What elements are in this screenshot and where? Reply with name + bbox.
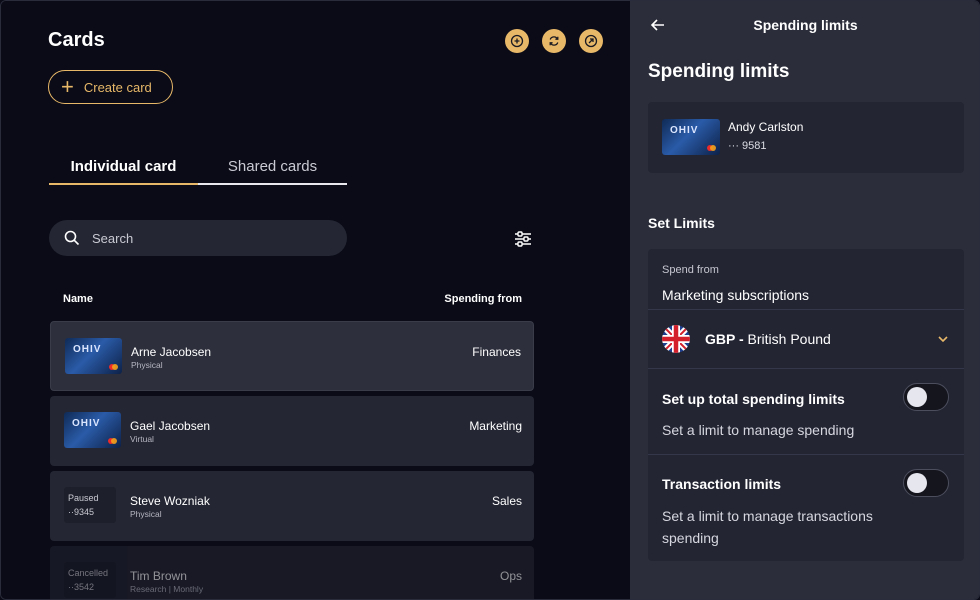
column-spending-from: Spending from [444,293,522,305]
search-input[interactable] [92,230,312,246]
transaction-limits-description: Set a limit to manage transactions spend… [662,508,873,546]
filter-sliders-icon[interactable] [513,229,533,249]
create-card-label: Create card [83,79,152,95]
spending-from: Sales [491,494,522,508]
plus-icon: + [61,74,74,99]
cardholder-name: Steve Wozniak [130,494,210,508]
create-card-button[interactable]: + Create card [48,70,173,104]
card-status-thumbnail: Cancelled ··3542 [64,562,116,598]
column-name: Name [63,293,93,305]
currency-separator: - [735,331,748,347]
card-type: Physical [131,360,163,370]
card-tabs: Individual card Shared cards [49,153,347,185]
add-circle-button[interactable] [505,29,529,53]
card-last4: ··3542 [68,582,95,592]
cards-list: OHIV Arne Jacobsen Physical Finances OHI… [50,321,534,599]
top-actions [505,29,603,53]
currency-code: GBP [705,331,736,347]
transaction-limits-toggle[interactable] [903,469,949,497]
divider [648,454,964,455]
uk-flag-icon [662,325,690,353]
search-bar[interactable] [49,220,347,256]
card-thumbnail: OHIV [662,119,720,155]
card-brand-text: OHIV [72,418,101,429]
card-type: Virtual [130,434,154,444]
panel-title: Spending limits [648,61,790,82]
search-icon [64,230,80,246]
refresh-icon [549,36,559,46]
spending-from: Ops [499,569,522,583]
panel-header-title: Spending limits [753,17,858,33]
tab-individual-card[interactable]: Individual card [49,153,198,185]
card-last4: ··9345 [68,507,95,517]
divider [648,309,964,310]
spend-from-label: Spend from [662,264,719,276]
chevron-down-icon [938,336,948,343]
selected-card: OHIV Andy Carlston ··· 9581 [648,102,964,173]
mastercard-icon [109,364,118,370]
card-type: Physical [130,509,162,519]
cardholder-name: Tim Brown [130,569,187,583]
cardholder-name: Andy Carlston [728,120,804,134]
mastercard-icon [108,438,117,444]
total-limits-title: Set up total spending limits [662,391,845,407]
currency-label: GBP - British Pound [705,331,831,347]
spend-from-value[interactable]: Marketing subscriptions [662,287,809,303]
card-thumbnail: OHIV [64,412,121,448]
app-window: Cards + Create card Individual card Shar… [0,0,980,600]
cardholder-name: Gael Jacobsen [130,419,211,433]
spending-limits-panel: Spending limits Spending limits OHIV And… [630,1,979,599]
cards-panel: Cards + Create card Individual card Shar… [1,1,630,599]
card-status: Cancelled [68,568,109,578]
table-row[interactable]: OHIV Gael Jacobsen Virtual Marketing [50,396,534,466]
total-limits-toggle[interactable] [903,383,949,411]
table-row[interactable]: OHIV Arne Jacobsen Physical Finances [50,321,534,391]
card-thumbnail: OHIV [65,338,122,374]
card-status: Paused [68,493,99,503]
card-type: Research | Monthly [130,584,204,594]
card-brand-text: OHIV [670,125,699,136]
spending-from: Finances [472,345,521,359]
card-brand-text: OHIV [73,344,102,355]
refresh-button[interactable] [542,29,566,53]
set-limits-heading: Set Limits [648,215,715,231]
toggle-knob [907,387,927,407]
tab-shared-cards[interactable]: Shared cards [198,153,347,185]
toggle-knob [907,473,927,493]
total-limits-description: Set a limit to manage spending [662,422,855,438]
cardholder-name: Arne Jacobsen [131,345,212,359]
arrow-up-right-icon [584,34,598,48]
mastercard-icon [707,145,716,151]
table-header: Name Spending from [50,293,534,309]
page-title: Cards [48,29,105,51]
currency-select[interactable]: GBP - British Pound [662,324,952,354]
table-row[interactable]: Cancelled ··3542 Tim Brown Research | Mo… [50,546,534,599]
card-status-thumbnail: Paused ··9345 [64,487,116,523]
external-link-button[interactable] [579,29,603,53]
card-last4: ··· 9581 [728,140,767,152]
currency-name: British Pound [747,331,831,347]
plus-circle-icon [510,34,524,48]
spending-from: Marketing [469,419,522,433]
table-row[interactable]: Paused ··9345 Steve Wozniak Physical Sal… [50,471,534,541]
limits-form: Spend from Marketing subscriptions GBP -… [648,249,964,561]
transaction-limits-title: Transaction limits [662,476,782,492]
divider [648,368,964,369]
